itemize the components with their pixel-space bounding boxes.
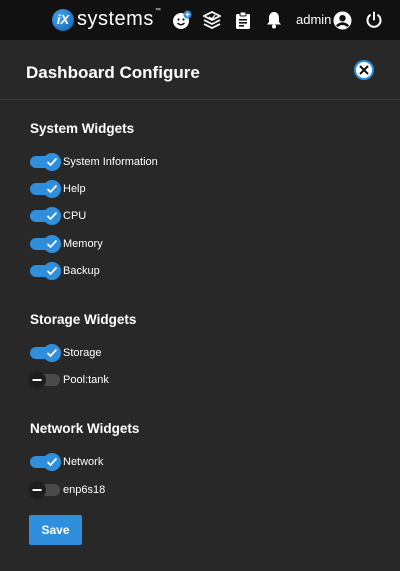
close-icon <box>359 65 369 75</box>
section-title-system: System Widgets <box>30 121 135 136</box>
section-title-network: Network Widgets <box>30 421 140 436</box>
widget-toggle-pool-tank[interactable]: Pool:tank <box>28 371 109 389</box>
ixsystems-logo[interactable]: iX systems™ <box>52 8 161 31</box>
widget-toggle-backup[interactable]: Backup <box>30 262 100 280</box>
save-button[interactable]: Save <box>29 515 82 545</box>
widget-label: Memory <box>63 238 103 250</box>
widget-label: CPU <box>63 210 87 222</box>
widget-toggle-system-information[interactable]: System Information <box>30 153 158 171</box>
toggle-switch[interactable] <box>30 344 61 362</box>
header-divider <box>0 99 400 100</box>
toggle-switch[interactable] <box>30 153 61 171</box>
widget-label: System Information <box>63 156 158 168</box>
toggle-switch[interactable] <box>30 262 61 280</box>
widget-label: Storage <box>63 347 102 359</box>
widget-toggle-storage[interactable]: Storage <box>30 344 102 362</box>
section-title-storage: Storage Widgets <box>30 312 137 327</box>
logo-text: systems™ <box>77 8 162 30</box>
toggle-switch[interactable] <box>30 235 61 253</box>
widget-label: enp6s18 <box>63 484 106 496</box>
smile-feedback-icon[interactable] <box>171 9 193 31</box>
truecommand-icon[interactable] <box>201 9 223 31</box>
account-circle-icon[interactable] <box>331 9 353 31</box>
toggle-switch[interactable] <box>30 207 61 225</box>
toggle-switch[interactable] <box>28 371 60 389</box>
widget-toggle-help[interactable]: Help <box>30 180 86 198</box>
widget-toggle-network[interactable]: Network <box>30 453 104 471</box>
close-button[interactable] <box>354 60 374 80</box>
toggle-switch[interactable] <box>30 180 61 198</box>
clipboard-tasks-icon[interactable] <box>232 9 254 31</box>
widget-toggle-enp6s18[interactable]: enp6s18 <box>28 481 106 499</box>
ix-logo-mark: iX <box>52 8 74 31</box>
widget-toggle-cpu[interactable]: CPU <box>30 207 87 225</box>
power-icon[interactable] <box>363 9 385 31</box>
widget-label: Backup <box>63 265 100 277</box>
top-toolbar: iX systems™ admin <box>0 0 400 40</box>
widget-label: Help <box>63 183 86 195</box>
widget-label: Pool:tank <box>63 374 109 386</box>
widget-toggle-memory[interactable]: Memory <box>30 235 103 253</box>
panel-title: Dashboard Configure <box>26 63 200 82</box>
bell-icon[interactable] <box>263 9 285 31</box>
user-name[interactable]: admin <box>296 12 331 27</box>
toggle-switch[interactable] <box>28 481 60 499</box>
toggle-switch[interactable] <box>30 453 61 471</box>
widget-label: Network <box>63 456 104 468</box>
